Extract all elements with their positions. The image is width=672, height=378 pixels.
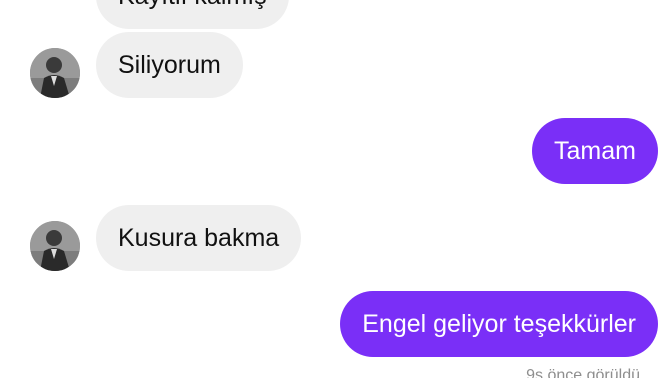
seen-status: 9s önce görüldü — [526, 367, 640, 378]
contact-avatar[interactable] — [30, 48, 80, 98]
contact-avatar[interactable] — [30, 221, 80, 271]
person-photo-icon — [30, 48, 80, 98]
message-bubble-outgoing[interactable]: Tamam — [532, 118, 658, 184]
person-photo-icon — [30, 221, 80, 271]
message-bubble-incoming[interactable]: Siliyorum — [96, 32, 243, 98]
message-bubble-outgoing[interactable]: Engel geliyor teşekkürler — [340, 291, 658, 357]
message-bubble-incoming[interactable]: Kusura bakma — [96, 205, 302, 271]
chat-thread[interactable]: Kayıtlı kalmış Siliyorum Tamam Kusura ba… — [0, 0, 672, 378]
message-bubble-incoming[interactable]: Kayıtlı kalmış — [96, 0, 289, 29]
